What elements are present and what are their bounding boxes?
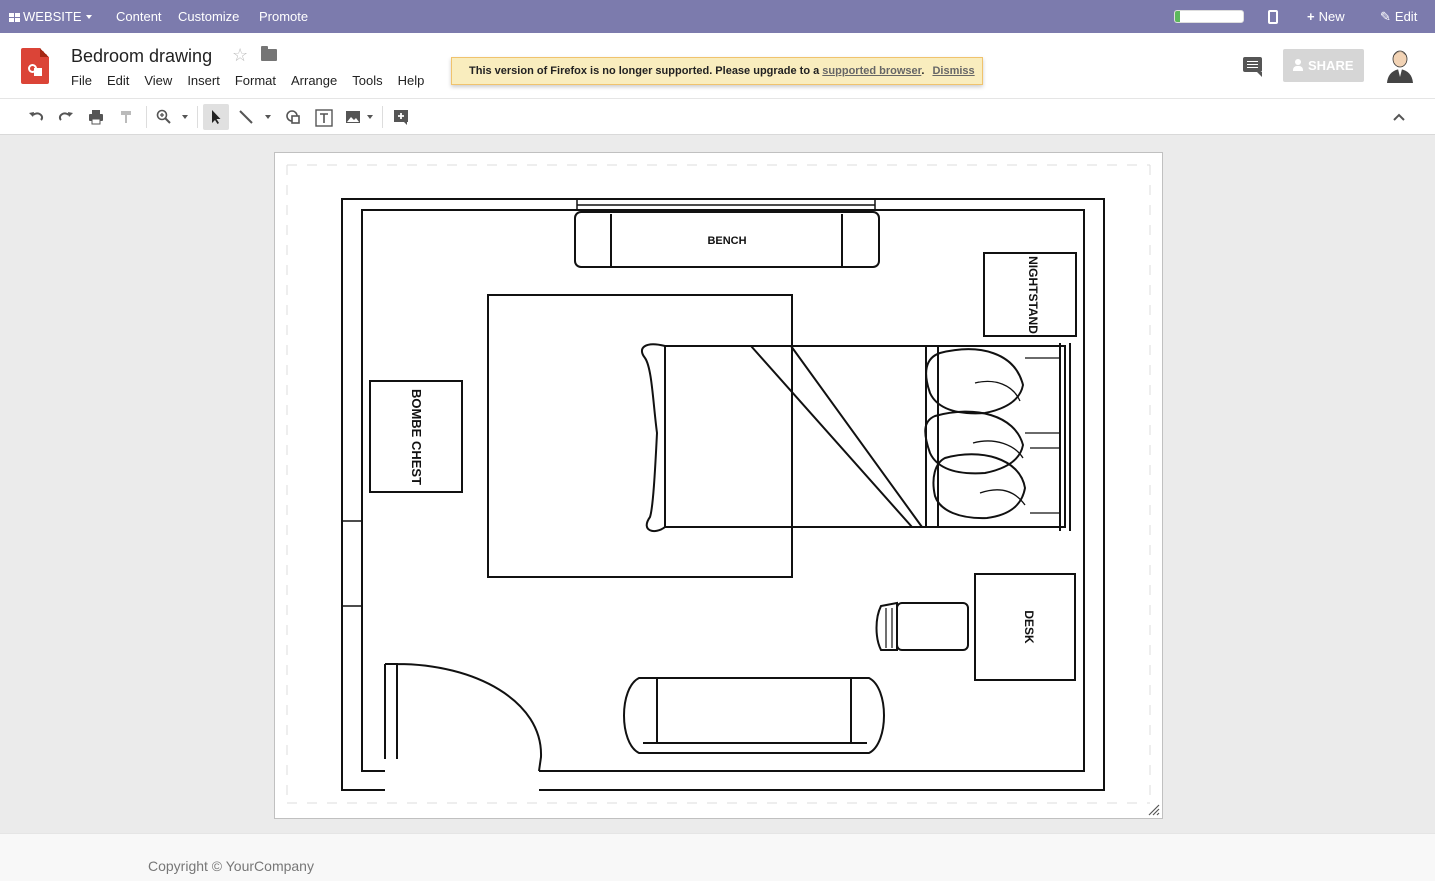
mobile-preview-icon[interactable]	[1268, 10, 1278, 24]
website-topbar: WEBSITE Content Customize Promote + New ✎…	[0, 0, 1435, 33]
image-icon[interactable]	[340, 104, 366, 130]
toolbar-divider	[382, 106, 383, 128]
supported-browser-link[interactable]: supported browser	[822, 65, 921, 77]
promote-menu[interactable]: Promote	[259, 9, 308, 24]
drawing-page[interactable]: BENCH NIGHTSTAND BOMBE CHEST DESK	[274, 152, 1163, 819]
caret-down-icon	[85, 15, 92, 19]
bombe-chest-label: BOMBE CHEST	[409, 389, 424, 485]
edit-button[interactable]: ✎ Edit	[1380, 9, 1417, 25]
new-button[interactable]: + New	[1307, 9, 1345, 24]
collapse-icon[interactable]	[1386, 104, 1412, 130]
banner-text: This version of Firefox is no longer sup…	[469, 65, 820, 77]
star-icon[interactable]: ☆	[232, 45, 248, 66]
menu-bar: File Edit View Insert Format Arrange Tools Help	[71, 73, 439, 88]
resize-handle-icon[interactable]	[1148, 804, 1160, 816]
share-label: SHARE	[1308, 58, 1354, 73]
menu-insert[interactable]: Insert	[187, 73, 220, 88]
bench-label: BENCH	[707, 235, 746, 247]
share-button[interactable]: SHARE	[1283, 49, 1364, 82]
pencil-icon: ✎	[1380, 9, 1391, 24]
menu-format[interactable]: Format	[235, 73, 276, 88]
print-icon[interactable]	[83, 104, 109, 130]
progress-fill	[1175, 11, 1180, 22]
docs-header: Bedroom drawing ☆ File Edit View Insert Form…	[0, 33, 1435, 99]
line-caret-icon[interactable]	[265, 115, 271, 119]
toolbar-divider	[146, 106, 147, 128]
paint-format-icon[interactable]	[113, 104, 139, 130]
menu-help[interactable]: Help	[398, 73, 425, 88]
avatar[interactable]	[1385, 47, 1415, 83]
image-caret-icon[interactable]	[367, 115, 373, 119]
menu-file[interactable]: File	[71, 73, 92, 88]
textbox-icon[interactable]	[311, 104, 337, 130]
zoom-caret-icon[interactable]	[182, 115, 188, 119]
copyright-text: Copyright © YourCompany	[148, 858, 314, 874]
floor-plan-drawing[interactable]: BENCH NIGHTSTAND BOMBE CHEST DESK	[275, 153, 1162, 818]
dismiss-link[interactable]: Dismiss	[932, 65, 974, 77]
menu-tools[interactable]: Tools	[352, 73, 382, 88]
shape-icon[interactable]	[280, 104, 306, 130]
website-menu[interactable]: WEBSITE	[9, 9, 92, 24]
select-icon[interactable]	[203, 104, 229, 130]
grid-icon	[9, 13, 20, 22]
desk-label: DESK	[1022, 610, 1036, 644]
folder-icon[interactable]	[261, 46, 277, 61]
undo-icon[interactable]	[23, 104, 49, 130]
unsupported-browser-banner: This version of Firefox is no longer sup…	[451, 57, 983, 85]
toolbar-divider	[197, 106, 198, 128]
website-label: WEBSITE	[23, 9, 82, 24]
document-title[interactable]: Bedroom drawing	[71, 46, 212, 67]
drawing-toolbar	[0, 99, 1435, 135]
customize-menu[interactable]: Customize	[178, 9, 239, 24]
add-comment-icon[interactable]	[388, 104, 414, 130]
redo-icon[interactable]	[53, 104, 79, 130]
nightstand-label: NIGHTSTAND	[1026, 256, 1040, 334]
menu-arrange[interactable]: Arrange	[291, 73, 337, 88]
menu-edit[interactable]: Edit	[107, 73, 129, 88]
zoom-icon[interactable]	[151, 104, 177, 130]
content-menu[interactable]: Content	[116, 9, 162, 24]
drawing-canvas-area: BENCH NIGHTSTAND BOMBE CHEST DESK	[0, 135, 1435, 833]
plus-icon: +	[1307, 9, 1315, 24]
drawings-logo-icon[interactable]	[21, 48, 49, 84]
comments-icon[interactable]	[1243, 57, 1262, 77]
progress-bar	[1174, 10, 1244, 23]
person-icon	[1293, 59, 1303, 71]
page-footer: Copyright © YourCompany	[0, 833, 1435, 881]
edit-label: Edit	[1394, 9, 1418, 24]
menu-view[interactable]: View	[144, 73, 172, 88]
line-icon[interactable]	[233, 104, 259, 130]
new-label: New	[1318, 9, 1345, 24]
